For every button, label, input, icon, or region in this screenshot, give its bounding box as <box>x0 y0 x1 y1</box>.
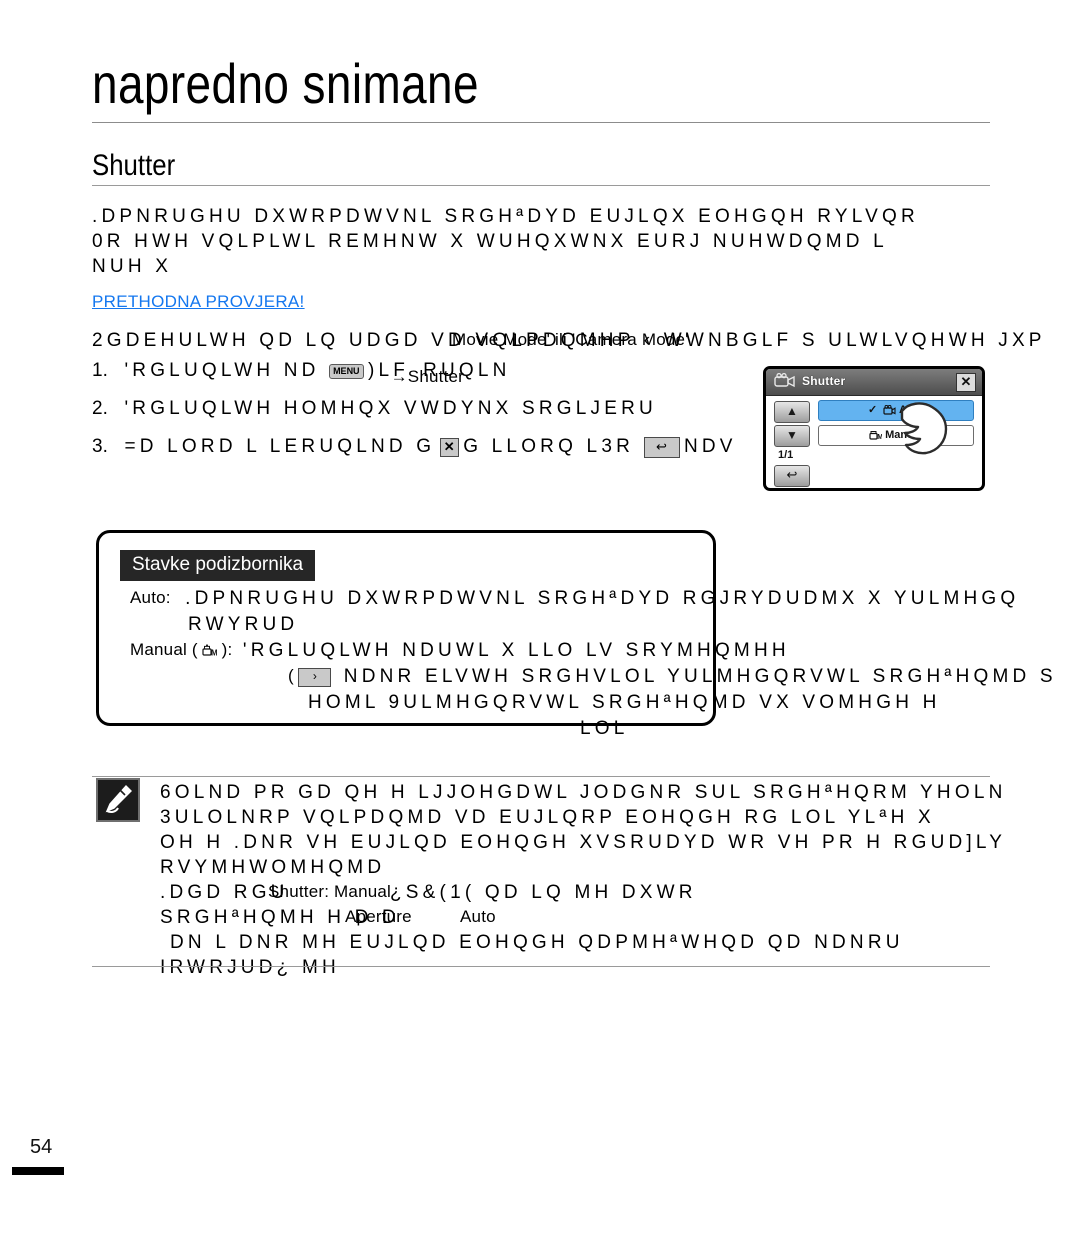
note-divider-bottom <box>92 966 990 967</box>
precheck-heading: PRETHODNA PROVJERA! <box>92 292 305 311</box>
submenu-row-5-text: HOML 9ULMHGQRVWL SRGHªHQMD VX VOMHGH H <box>308 692 941 713</box>
note-line-6-overlay-auto: Auto <box>460 907 496 926</box>
submenu-row-arrow-key: ( <box>288 666 294 685</box>
lcd-back-button[interactable]: ↩ <box>774 465 810 487</box>
step-3-text-a: =D LORD L LERUQLND G <box>124 436 436 457</box>
intro-line-1: .DPNRUGHU DXWRPDWVNL SRGHªDYD EUJLQX EOH… <box>92 206 919 227</box>
page-number: 54 <box>30 1136 53 1158</box>
note-line-5: .DGD RGU Shutter: Manual ¿S&(1( QD LQ MH… <box>160 882 1080 907</box>
page-marker-bar <box>12 1167 64 1175</box>
lcd-scroll-up-button[interactable]: ▲ <box>774 401 810 423</box>
precheck-body: 2GDEHULWH QD LQ UDGD VD VQLPDQMHP ‹ WWNB… <box>92 330 1080 352</box>
submenu-row-manual-key2: ): <box>221 640 233 659</box>
section-divider <box>92 185 990 186</box>
submenu-row-auto: Auto: .DPNRUGHU DXWRPDWVNL SRGHªDYD RGJR… <box>130 588 1080 614</box>
step-1-overlay: →Shutter <box>390 367 465 386</box>
precheck-overlay: Movie Mode' ili 'Camera Mode' <box>452 330 689 349</box>
right-arrow-icon[interactable]: › <box>298 668 332 688</box>
submenu-row-6-text: LOL <box>580 718 629 739</box>
note-line-6: SRGHªHQMH H D D Aperture Auto <box>160 907 1080 932</box>
submenu-row-auto-text: .DPNRUGHU DXWRPDWVNL SRGHªDYD RGJRYDUDMX… <box>185 588 1020 609</box>
title-divider <box>92 122 990 123</box>
step-2-number: 2. <box>92 398 108 419</box>
camcorder-icon <box>774 373 795 388</box>
step-1-number: 1. <box>92 360 108 381</box>
check-icon: ✓ <box>868 404 878 416</box>
return-icon[interactable]: ↩ <box>643 437 680 459</box>
note-pen-icon <box>96 778 140 822</box>
note-body: 6OLND PR GD QH H LJJOHGDWL JODGNR SUL SR… <box>160 782 1080 982</box>
note-line-2: 3ULOLNRP VQLPDQMD VD EUJLQRP EOHQGH RG L… <box>160 807 935 828</box>
submenu-row-manual-text: 'RGLUQLWH NDUWL X LLO LV SRYMHQMHH <box>242 640 790 661</box>
step-3-number: 3. <box>92 436 108 457</box>
note-line-6-overlay-aperture: Aperture <box>345 907 412 926</box>
lcd-option-auto-label: Auto <box>898 404 924 416</box>
step-3-text-b: G LLORQ L3R <box>463 436 644 457</box>
note-line-5-overlay: Shutter: Manual <box>268 882 392 901</box>
submenu-row-6: LOL <box>130 718 1080 744</box>
page-title: napredno snimane <box>92 52 479 115</box>
lcd-dialog: Shutter ✕ ▲ ▼ 1/1 ↩ ✓ Auto M Manual <box>763 366 985 491</box>
submenu-items-body: Auto: .DPNRUGHU DXWRPDWVNL SRGHªDYD RGJR… <box>130 588 1080 744</box>
manual-mode-icon: M <box>202 644 218 659</box>
note-line-5-tail: ¿S&(1( QD LQ MH DXWR <box>390 882 697 903</box>
section-title: Shutter <box>92 149 176 182</box>
submenu-row-auto-key: Auto: <box>130 588 171 607</box>
close-icon[interactable]: ✕ <box>439 438 459 458</box>
submenu-row-auto-cont: RWYRUD <box>130 614 1080 640</box>
lcd-option-manual[interactable]: M Manual <box>818 425 974 446</box>
page-canvas: napredno snimane Shutter .DPNRUGHU DXWRP… <box>0 0 1080 1234</box>
svg-text:M: M <box>211 649 217 658</box>
intro-paragraph: .DPNRUGHU DXWRPDWVNL SRGHªDYD EUJLQX EOH… <box>92 204 1080 279</box>
intro-line-3: NUH X <box>92 256 173 277</box>
submenu-row-manual-key: Manual ( <box>130 640 198 659</box>
lcd-scroll-down-button[interactable]: ▼ <box>774 425 810 447</box>
lcd-close-icon[interactable]: ✕ <box>956 373 976 392</box>
submenu-row-arrow: ( › NDNR ELVWH SRGHVLOL YULMHGQRVWL SRGH… <box>130 666 1080 692</box>
step-1-text-a: 'RGLUQLWH ND <box>124 360 330 381</box>
svg-text:M: M <box>877 434 882 440</box>
step-2-text: 'RGLUQLWH HOMHQX VWDYNX SRGLJERU <box>124 398 657 419</box>
note-line-8: IRWRJUD¿ MH <box>160 957 340 978</box>
submenu-row-arrow-text: NDNR ELVWH SRGHVLOL YULMHGQRVWL SRGHªHQM… <box>343 666 1057 687</box>
submenu-row-5: HOML 9ULMHGQRVWL SRGHªHQMD VX VOMHGH H <box>130 692 1080 718</box>
submenu-items-label: Stavke podizbornika <box>120 550 316 581</box>
lcd-page-indicator: 1/1 <box>778 449 794 461</box>
lcd-titlebar: Shutter ✕ <box>766 369 982 396</box>
note-divider-top <box>92 776 990 777</box>
note-line-4: RVYMHWOMHQMD <box>160 857 386 878</box>
step-3-text-c: NDV <box>683 436 737 457</box>
menu-button-icon[interactable]: MENU <box>329 364 364 380</box>
note-line-7: DN L DNR MH EUJLQD EOHQGH QDPMHªWHQD QD … <box>170 932 904 953</box>
submenu-row-auto-cont-text: RWYRUD <box>188 614 299 635</box>
note-line-3: OH H .DNR VH EUJLQD EOHQGH XVSRUDYD WR V… <box>160 832 1007 853</box>
lcd-option-manual-label: Manual <box>885 429 923 441</box>
lcd-option-auto[interactable]: ✓ Auto <box>818 400 974 421</box>
intro-line-2: 0R HWH VQLPLWL REMHNW X WUHQXWNX EURJ NU… <box>92 231 888 252</box>
lcd-title: Shutter <box>802 374 846 388</box>
auto-camera-icon <box>883 404 896 415</box>
manual-camera-icon: M <box>869 431 883 441</box>
note-line-1: 6OLND PR GD QH H LJJOHGDWL JODGNR SUL SR… <box>160 782 1007 803</box>
submenu-row-manual: Manual ( M ): 'RGLUQLWH NDUWL X LLO LV S… <box>130 640 1080 666</box>
